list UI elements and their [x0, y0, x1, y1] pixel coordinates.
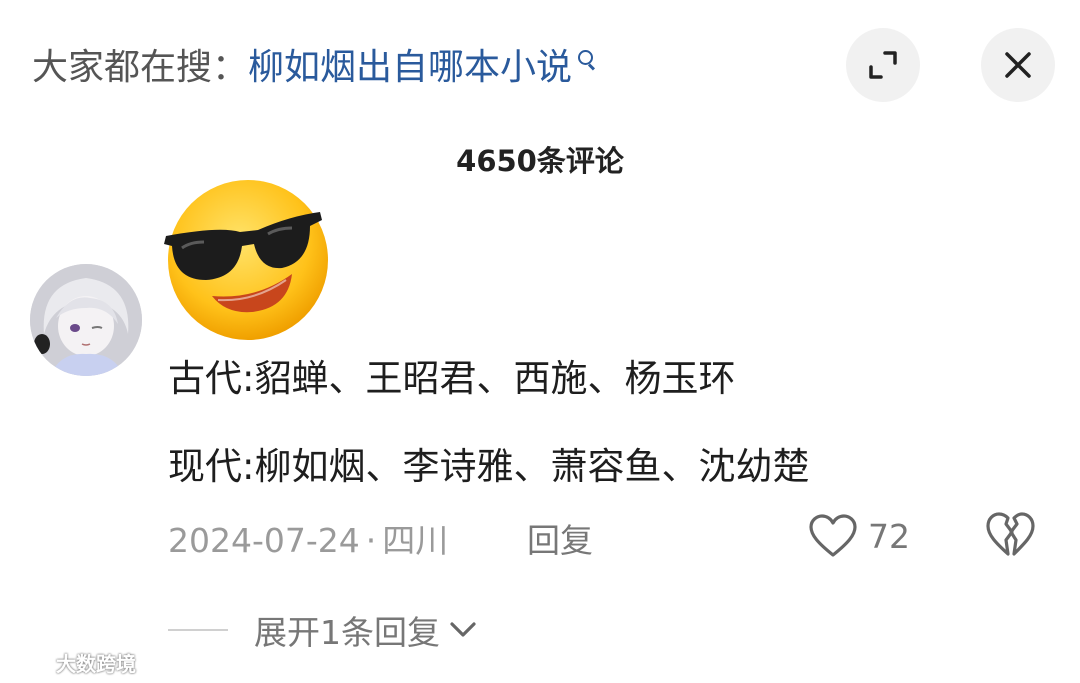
like-button[interactable]: 72: [808, 510, 910, 562]
watermark: 大数跨境: [8, 648, 136, 677]
heart-icon: [809, 514, 857, 557]
comment-count: 4650条评论: [456, 144, 624, 178]
expand-replies-button[interactable]: 展开1条回复: [168, 604, 478, 656]
broken-heart-icon[interactable]: [985, 510, 1035, 560]
comment-text-line: 古代:貂蝉、王昭君、西施、杨玉环: [168, 357, 736, 400]
expand-icon: [869, 51, 897, 79]
like-count: 72: [868, 516, 910, 556]
watermark-text: 大数跨境: [56, 652, 136, 676]
sunglasses-face-icon: [164, 180, 328, 340]
search-suggestion[interactable]: 大家都在搜：柳如烟出自哪本小说: [32, 42, 596, 94]
search-icon[interactable]: [576, 50, 596, 71]
expand-replies-label: 展开1条回复: [254, 613, 440, 652]
avatar-image: [30, 264, 142, 376]
comment-meta: 2024-07-24 · 四川: [168, 514, 448, 562]
chevron-down-icon: [450, 622, 476, 637]
close-button[interactable]: [981, 28, 1055, 102]
comment-panel: 大家都在搜：柳如烟出自哪本小说 4650条评论 古代:貂蝉、王昭君、西施、杨玉环…: [0, 0, 1080, 683]
reply-button[interactable]: 回复: [527, 514, 593, 562]
meta-separator: ·: [365, 521, 377, 560]
expand-button[interactable]: [846, 28, 920, 102]
close-icon: [1005, 52, 1031, 78]
comment-date: 2024-07-24: [168, 521, 360, 560]
search-suggestion-query[interactable]: 柳如烟出自哪本小说: [248, 47, 572, 88]
watermark-logo-icon: [8, 653, 47, 672]
comment-text-line: 现代:柳如烟、李诗雅、萧容鱼、沈幼楚: [168, 445, 810, 488]
avatar[interactable]: [30, 264, 142, 376]
divider: [168, 629, 228, 631]
search-suggestion-prefix: 大家都在搜：: [32, 47, 249, 88]
comment-location: 四川: [382, 521, 449, 560]
